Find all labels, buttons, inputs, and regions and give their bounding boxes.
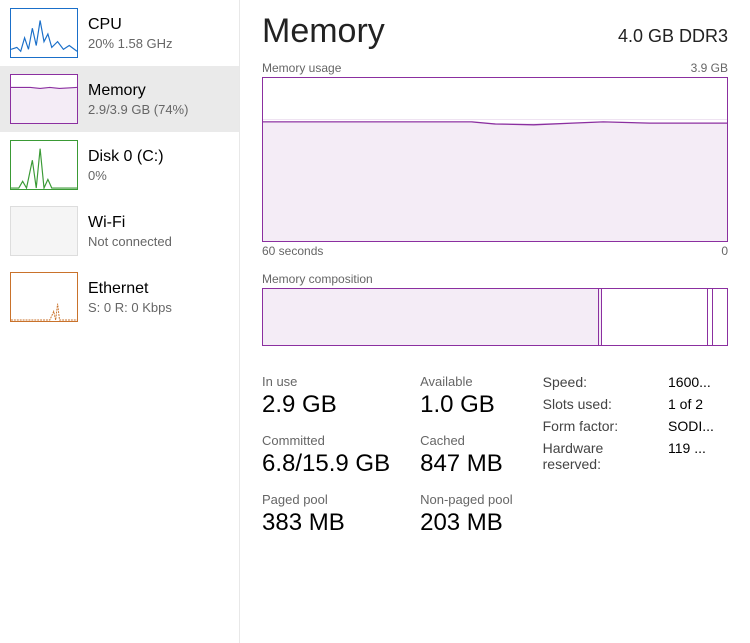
stat-value: 1.0 GB	[420, 391, 513, 419]
sidebar-item-disk[interactable]: Disk 0 (C:) 0%	[0, 132, 239, 198]
usage-graph-labels: Memory usage 3.9 GB	[262, 61, 728, 75]
xaxis-left: 60 seconds	[262, 244, 323, 258]
usage-graph-max: 3.9 GB	[691, 61, 728, 75]
stat-label: Paged pool	[262, 492, 390, 507]
hw-label: Hardware reserved:	[543, 440, 650, 472]
stat-value: 203 MB	[420, 509, 513, 537]
stat-value: 383 MB	[262, 509, 390, 537]
memory-usage-graph[interactable]	[262, 77, 728, 242]
usage-graph-xaxis: 60 seconds 0	[262, 244, 728, 258]
hw-reserved: Hardware reserved: 119 ...	[543, 440, 728, 472]
sidebar-item-label: Memory	[88, 82, 188, 100]
stat-cached: Cached 847 MB	[420, 433, 513, 478]
sidebar-item-label: CPU	[88, 16, 173, 34]
hw-value: 119 ...	[668, 440, 728, 472]
usage-graph-title: Memory usage	[262, 61, 341, 75]
composition-label: Memory composition	[262, 272, 728, 286]
stat-paged-pool: Paged pool 383 MB	[262, 492, 390, 537]
xaxis-right: 0	[721, 244, 728, 258]
hw-speed: Speed: 1600...	[543, 374, 728, 390]
hw-slots: Slots used: 1 of 2	[543, 396, 728, 412]
stat-label: Available	[420, 374, 513, 389]
stat-nonpaged-pool: Non-paged pool 203 MB	[420, 492, 513, 537]
stat-label: Non-paged pool	[420, 492, 513, 507]
sidebar-item-ethernet[interactable]: Ethernet S: 0 R: 0 Kbps	[0, 264, 239, 330]
hw-form-factor: Form factor: SODI...	[543, 418, 728, 434]
stat-label: In use	[262, 374, 390, 389]
stat-value: 2.9 GB	[262, 391, 390, 419]
stat-value: 6.8/15.9 GB	[262, 450, 390, 478]
sidebar-item-cpu[interactable]: CPU 20% 1.58 GHz	[0, 0, 239, 66]
cpu-sparkline-icon	[10, 8, 78, 58]
hw-label: Form factor:	[543, 418, 618, 434]
ethernet-sparkline-icon	[10, 272, 78, 322]
disk-sparkline-icon	[10, 140, 78, 190]
hw-label: Slots used:	[543, 396, 612, 412]
memory-sparkline-icon	[10, 74, 78, 124]
sidebar-item-sub: 2.9/3.9 GB (74%)	[88, 102, 188, 117]
sidebar-item-wifi[interactable]: Wi-Fi Not connected	[0, 198, 239, 264]
hw-value: 1 of 2	[668, 396, 728, 412]
sidebar-item-label: Wi-Fi	[88, 214, 172, 232]
stat-in-use: In use 2.9 GB	[262, 374, 390, 419]
composition-segment-in_use	[263, 289, 599, 345]
stats: In use 2.9 GB Available 1.0 GB Committed…	[262, 374, 728, 551]
sidebar-item-sub: 20% 1.58 GHz	[88, 36, 173, 51]
wifi-sparkline-icon	[10, 206, 78, 256]
stat-value: 847 MB	[420, 450, 513, 478]
stats-left: In use 2.9 GB Available 1.0 GB Committed…	[262, 374, 513, 551]
stat-label: Cached	[420, 433, 513, 448]
composition-segment-cap2	[713, 289, 727, 345]
page-title: Memory	[262, 12, 385, 51]
composition-segment-standby	[602, 289, 709, 345]
memory-composition-bar[interactable]	[262, 288, 728, 346]
sidebar-item-sub: 0%	[88, 168, 164, 183]
hardware-info: Speed: 1600... Slots used: 1 of 2 Form f…	[543, 374, 728, 551]
hw-label: Speed:	[543, 374, 587, 390]
memory-capacity: 4.0 GB DDR3	[618, 26, 728, 47]
sidebar-item-sub: S: 0 R: 0 Kbps	[88, 300, 172, 315]
stat-committed: Committed 6.8/15.9 GB	[262, 433, 390, 478]
header: Memory 4.0 GB DDR3	[262, 12, 728, 51]
hw-value: 1600...	[668, 374, 728, 390]
sidebar: CPU 20% 1.58 GHz Memory 2.9/3.9 GB (74%)…	[0, 0, 240, 643]
stat-available: Available 1.0 GB	[420, 374, 513, 419]
sidebar-item-label: Disk 0 (C:)	[88, 148, 164, 166]
stat-label: Committed	[262, 433, 390, 448]
main-panel: Memory 4.0 GB DDR3 Memory usage 3.9 GB 6…	[240, 0, 750, 643]
sidebar-item-memory[interactable]: Memory 2.9/3.9 GB (74%)	[0, 66, 239, 132]
sidebar-item-sub: Not connected	[88, 234, 172, 249]
hw-value: SODI...	[668, 418, 728, 434]
sidebar-item-label: Ethernet	[88, 280, 172, 298]
